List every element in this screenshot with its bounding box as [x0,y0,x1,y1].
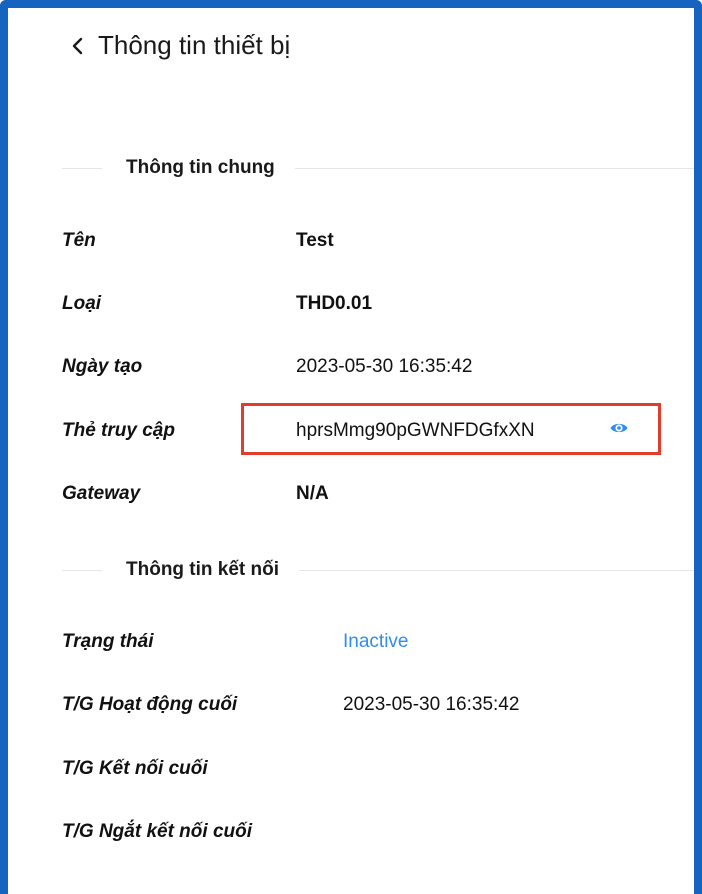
divider [62,569,102,571]
field-value-last-active: 2023-05-30 16:35:42 [343,694,520,715]
field-label: T/G Ngắt kết nối cuối [62,821,253,842]
field-label: Trạng thái [62,631,154,652]
eye-icon[interactable] [609,418,629,438]
page-header: Thông tin thiết bị [66,30,290,61]
section-connection-label: Thông tin kết nối [126,559,280,580]
field-value-created: 2023-05-30 16:35:42 [296,356,473,377]
field-label: Thẻ truy cập [62,420,175,441]
info-row-gateway: Gateway [62,479,140,509]
divider [294,167,694,169]
status-badge: Inactive [343,631,409,652]
field-value-name: Test [296,230,334,251]
info-row-last-connect: T/G Kết nối cuối [62,754,208,784]
info-row-last-disconnect: T/G Ngắt kết nối cuối [62,817,252,847]
field-value-type: THD0.01 [296,293,373,314]
field-value-gateway: N/A [296,483,329,504]
section-connection-title: Thông tin kết nối [62,558,694,582]
field-label: Loại [62,293,102,314]
page-title: Thông tin thiết bị [98,30,291,60]
section-general-label: Thông tin chung [126,157,275,178]
access-token-value[interactable]: hprsMmg90pGWNFDGfxXN [296,420,535,442]
field-label: T/G Hoạt động cuối [62,694,238,715]
divider [62,167,102,169]
divider [299,569,694,571]
field-label: T/G Kết nối cuối [62,758,208,779]
section-general-title: Thông tin chung [62,156,694,180]
info-row-created: Ngày tạo [62,352,142,382]
info-row-status: Trạng thái [62,627,154,657]
info-row-last-active: T/G Hoạt động cuối [62,690,237,720]
info-row-access-token: Thẻ truy cập [62,416,175,446]
field-label: Gateway [62,483,141,504]
field-label: Tên [62,230,96,251]
info-row-name: Tên [62,226,96,256]
field-label: Ngày tạo [62,356,143,377]
chevron-left-icon[interactable] [66,34,90,58]
info-row-type: Loại [62,289,101,319]
